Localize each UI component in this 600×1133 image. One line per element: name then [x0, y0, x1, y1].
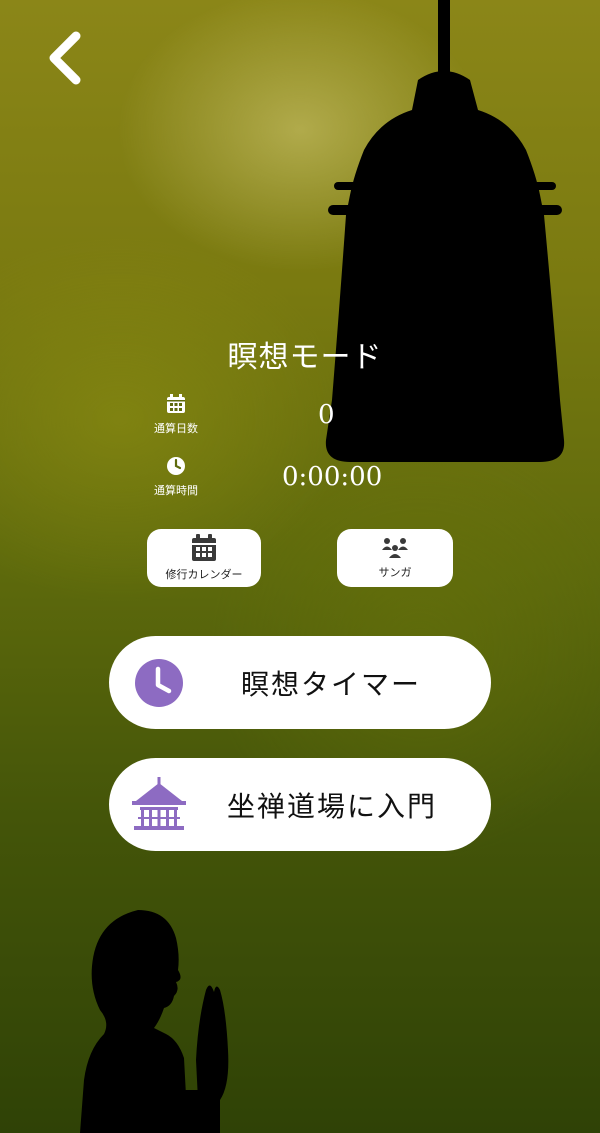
back-button[interactable] — [40, 28, 96, 88]
chevron-left-icon — [49, 31, 81, 85]
zen-dojo-label: 坐禅道場に入門 — [227, 789, 438, 823]
calendar-icon — [192, 534, 216, 561]
clock-icon — [167, 457, 185, 475]
page-title: 瞑想モード — [227, 340, 383, 375]
total-time-stat: 通算時間 — [146, 456, 206, 498]
total-time-value: 0:00:00 — [282, 462, 383, 492]
meditation-timer-label: 瞑想タイマー — [241, 667, 422, 701]
total-days-label: 通算日数 — [154, 422, 198, 435]
total-days-value: 0 — [318, 400, 335, 430]
sanga-button[interactable]: サンガ — [337, 529, 453, 587]
bell-silhouette — [325, 0, 565, 462]
sanga-label: サンガ — [378, 566, 412, 579]
practice-calendar-label: 修行カレンダー — [165, 568, 243, 581]
monk-silhouette — [80, 910, 229, 1133]
practice-calendar-button[interactable]: 修行カレンダー — [147, 529, 261, 587]
group-icon — [382, 538, 408, 558]
calendar-icon — [167, 394, 185, 413]
total-days-stat: 通算日数 — [146, 394, 206, 436]
temple-icon — [132, 776, 186, 830]
total-time-label: 通算時間 — [154, 484, 198, 497]
zen-dojo-button[interactable]: 坐禅道場に入門 — [109, 758, 491, 851]
clock-icon — [135, 658, 183, 707]
meditation-timer-button[interactable]: 瞑想タイマー — [109, 636, 491, 729]
